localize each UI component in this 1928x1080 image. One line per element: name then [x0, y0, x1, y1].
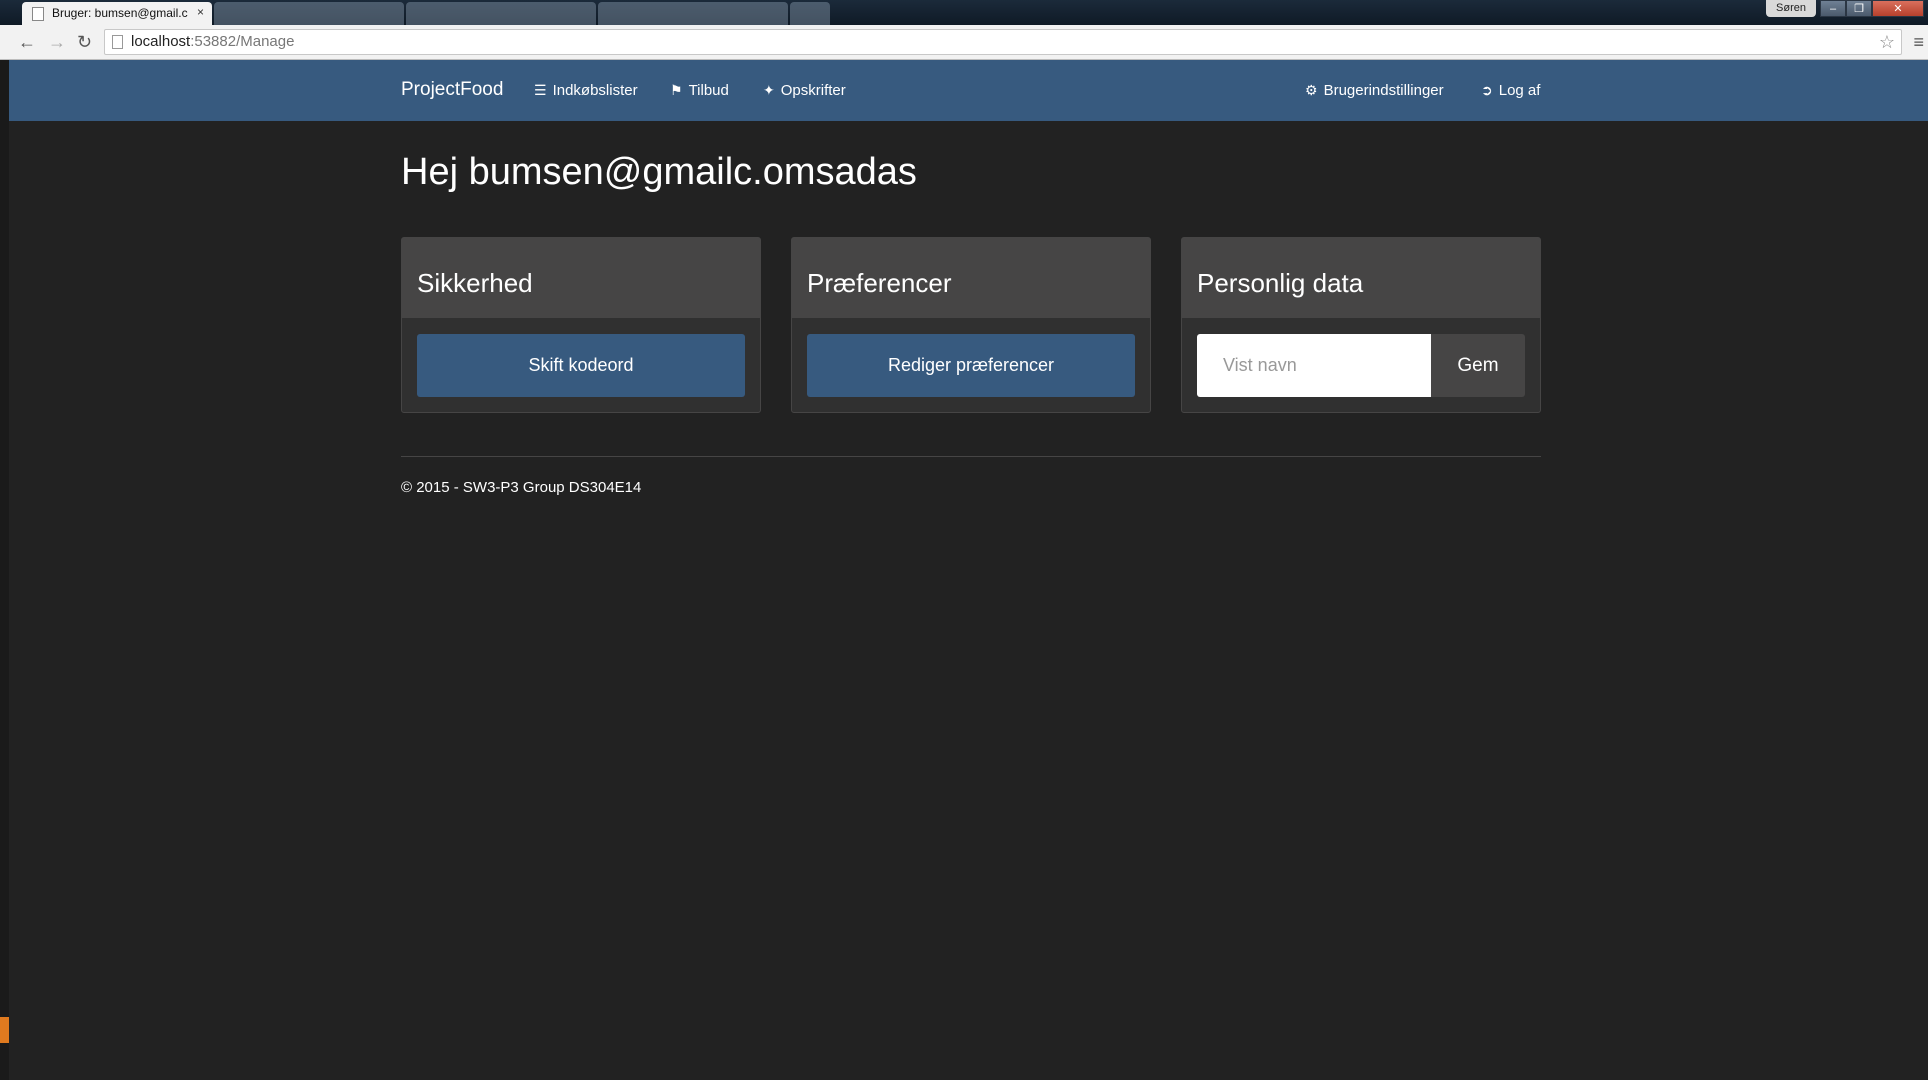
change-password-button[interactable]: Skift kodeord	[417, 334, 745, 397]
top-navbar: ProjectFood ☰ Indkøbslister ⚑ Tilbud ✦ Opsk…	[9, 60, 1928, 121]
nav-item-label: Opskrifter	[780, 82, 846, 99]
new-tab-button[interactable]	[790, 2, 830, 25]
tab-close-icon[interactable]: ×	[197, 5, 204, 19]
nav-item-log-af[interactable]: ➲ Log af	[1481, 82, 1540, 99]
browser-tab-inactive[interactable]	[406, 2, 596, 25]
left-edge-accent	[0, 1017, 9, 1043]
forward-icon[interactable]: →	[48, 32, 66, 52]
list-icon: ☰	[534, 82, 547, 98]
url-host: localhost	[131, 33, 191, 50]
nav-item-label: Tilbud	[688, 82, 729, 99]
display-name-group: Gem	[1197, 334, 1525, 397]
nav-item-label: Log af	[1498, 82, 1541, 99]
browser-titlebar: Bruger: bumsen@gmail.c × Søren – ❐ ✕	[0, 0, 1928, 25]
left-screen-edge	[0, 60, 9, 1080]
panel-heading: Præferencer	[792, 238, 1150, 318]
nav-item-brugerindstillinger[interactable]: ⚙ Brugerindstillinger	[1305, 82, 1444, 99]
tag-icon: ⚑	[670, 82, 683, 98]
panel-preferences: Præferencer Rediger præferencer	[791, 237, 1151, 413]
gear-icon: ⚙	[1305, 82, 1318, 98]
brand-link[interactable]: ProjectFood	[401, 79, 503, 101]
nav-item-label: Brugerindstillinger	[1323, 82, 1444, 99]
window-close-icon[interactable]: ✕	[1872, 0, 1924, 17]
reload-icon[interactable]: ↻	[77, 32, 92, 52]
panel-heading: Sikkerhed	[402, 238, 760, 318]
page-icon	[112, 35, 123, 49]
nav-item-label: Indkøbslister	[552, 82, 638, 99]
window-user-badge[interactable]: Søren	[1766, 0, 1816, 17]
back-icon[interactable]: ←	[18, 32, 36, 52]
panel-personal-data: Personlig data Gem	[1181, 237, 1541, 413]
edit-preferences-button[interactable]: Rediger præferencer	[807, 334, 1135, 397]
tab-title: Bruger: bumsen@gmail.c	[52, 6, 188, 20]
footer-divider	[401, 456, 1541, 457]
browser-tab-inactive[interactable]	[598, 2, 788, 25]
address-bar[interactable]: localhost:53882/Manage ☆	[104, 29, 1902, 55]
menu-icon[interactable]: ≡	[1913, 32, 1924, 53]
page-favicon-icon	[32, 7, 44, 21]
star-icon[interactable]: ☆	[1879, 30, 1895, 54]
page-title: Hej bumsen@gmailc.omsadas	[401, 151, 917, 193]
display-name-input[interactable]	[1197, 334, 1431, 397]
cutlery-icon: ✦	[763, 82, 775, 98]
browser-toolbar: ← → ↻ localhost:53882/Manage ☆ ≡	[0, 25, 1928, 60]
browser-tab-inactive[interactable]	[214, 2, 404, 25]
nav-item-indkobslister[interactable]: ☰ Indkøbslister	[534, 82, 638, 99]
save-button[interactable]: Gem	[1431, 334, 1525, 397]
maximize-icon[interactable]: ❐	[1846, 0, 1872, 17]
browser-tab-active[interactable]: Bruger: bumsen@gmail.c ×	[22, 2, 212, 25]
logout-icon: ➲	[1481, 82, 1493, 98]
panel-heading: Personlig data	[1182, 238, 1540, 318]
footer-copyright: © 2015 - SW3-P3 Group DS304E14	[401, 479, 642, 496]
nav-item-opskrifter[interactable]: ✦ Opskrifter	[763, 82, 846, 99]
nav-item-tilbud[interactable]: ⚑ Tilbud	[670, 82, 729, 99]
panel-security: Sikkerhed Skift kodeord	[401, 237, 761, 413]
url-path: :53882/Manage	[190, 33, 295, 50]
minimize-icon[interactable]: –	[1820, 0, 1846, 17]
